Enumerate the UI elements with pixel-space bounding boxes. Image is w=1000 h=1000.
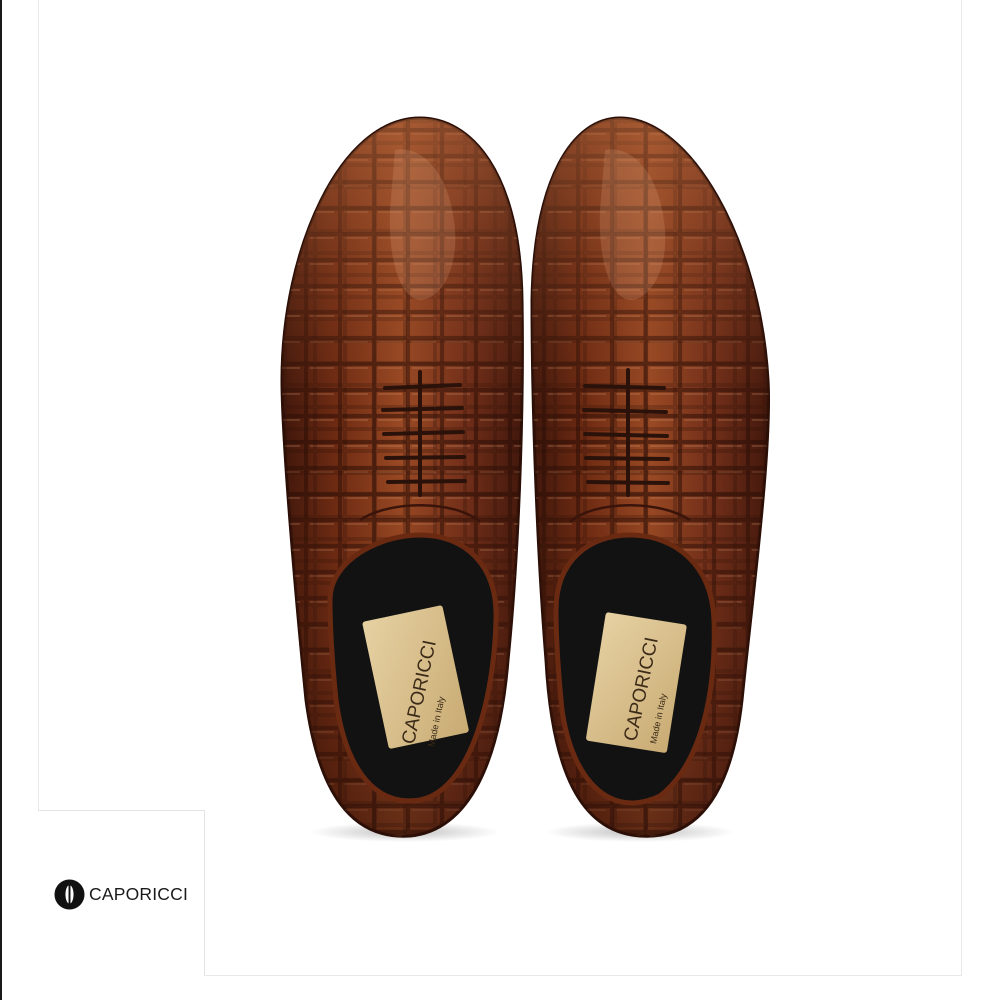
- brand-logo-box: CAPORICCI: [38, 810, 205, 976]
- brand-logo: CAPORICCI: [54, 879, 188, 910]
- right-shoe: CAPORICCI Made in Italy: [530, 116, 770, 838]
- caporicci-circle-mark-icon: [54, 879, 85, 910]
- brand-name: CAPORICCI: [89, 884, 189, 904]
- left-shoe: CAPORICCI Made in Italy: [280, 116, 524, 838]
